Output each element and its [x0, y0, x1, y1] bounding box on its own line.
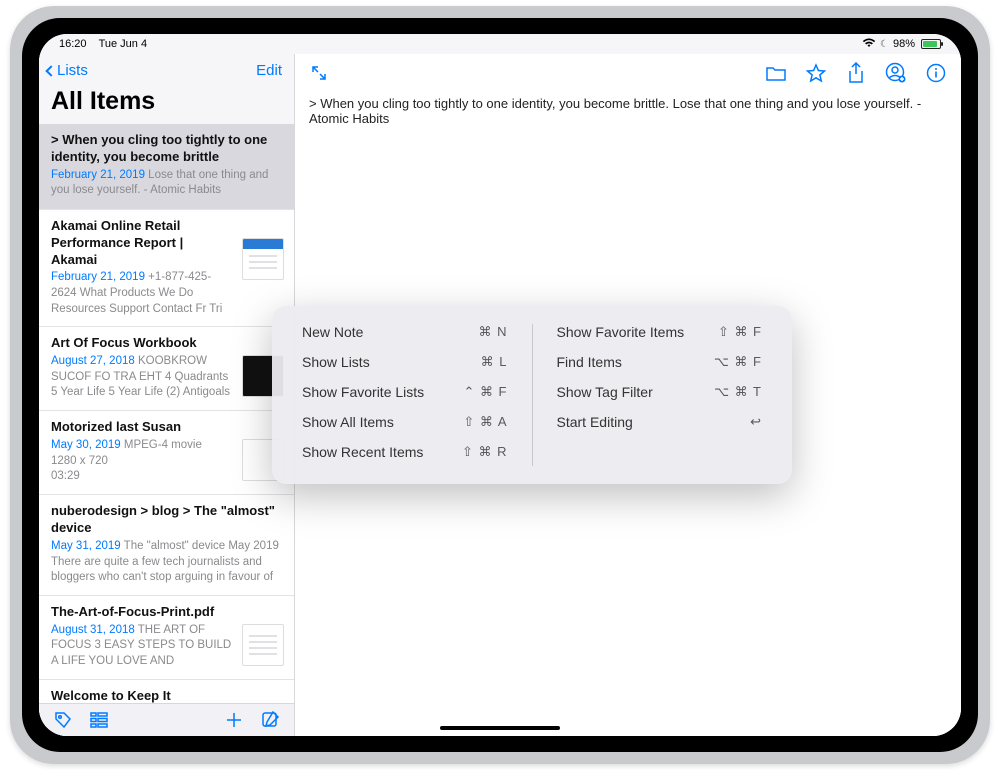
- back-label: Lists: [57, 62, 88, 79]
- sidebar-nav: Lists Edit: [39, 54, 294, 85]
- account-button[interactable]: [885, 62, 907, 84]
- device-frame: 16:20 Tue Jun 4 ☾ 98%: [10, 6, 990, 764]
- edit-button[interactable]: Edit: [256, 62, 282, 79]
- item-subtitle: February 21, 2019 Lose that one thing an…: [51, 168, 282, 199]
- shortcut-row[interactable]: New Note⌘ N: [302, 324, 508, 340]
- main-toolbar: [295, 54, 961, 92]
- item-title: Motorized last Susan: [51, 419, 282, 436]
- status-time-date: 16:20 Tue Jun 4: [59, 38, 147, 50]
- sidebar-toolbar: [39, 703, 294, 736]
- thumbnail: [242, 238, 284, 280]
- shortcut-row[interactable]: Start Editing↩: [557, 414, 763, 430]
- folder-button[interactable]: [765, 62, 787, 84]
- home-indicator[interactable]: [440, 726, 560, 730]
- device-bezel: 16:20 Tue Jun 4 ☾ 98%: [22, 18, 978, 752]
- status-bar: 16:20 Tue Jun 4 ☾ 98%: [39, 34, 961, 54]
- item-title: The-Art-of-Focus-Print.pdf: [51, 604, 282, 621]
- tag-button[interactable]: [53, 710, 73, 730]
- item-list[interactable]: > When you cling too tightly to one iden…: [39, 124, 294, 703]
- sidebar: Lists Edit All Items > When you cling to…: [39, 54, 295, 736]
- add-button[interactable]: [224, 710, 244, 730]
- shortcut-column-left: New Note⌘ N Show Lists⌘ L Show Favorite …: [302, 324, 508, 466]
- back-button[interactable]: Lists: [47, 62, 88, 79]
- list-item[interactable]: The-Art-of-Focus-Print.pdf August 31, 20…: [39, 596, 294, 680]
- shortcut-row[interactable]: Show Recent Items⇧ ⌘ R: [302, 444, 508, 460]
- list-item[interactable]: > When you cling too tightly to one iden…: [39, 124, 294, 210]
- list-item[interactable]: Motorized last Susan May 30, 2019 MPEG-4…: [39, 411, 294, 495]
- status-time: 16:20: [59, 38, 87, 50]
- compose-button[interactable]: [260, 710, 280, 730]
- battery-percent: 98%: [893, 38, 915, 50]
- page-title: All Items: [39, 85, 294, 124]
- battery-icon: [921, 39, 941, 49]
- shortcut-row[interactable]: Show Favorite Lists⌃ ⌘ F: [302, 384, 508, 400]
- shortcut-row[interactable]: Show Lists⌘ L: [302, 354, 508, 370]
- favorite-button[interactable]: [805, 62, 827, 84]
- note-content[interactable]: > When you cling too tightly to one iden…: [295, 92, 961, 130]
- shortcut-row[interactable]: Show Favorite Items⇧ ⌘ F: [557, 324, 763, 340]
- divider: [532, 324, 533, 466]
- list-view-button[interactable]: [89, 710, 109, 730]
- shortcut-column-right: Show Favorite Items⇧ ⌘ F Find Items⌥ ⌘ F…: [557, 324, 763, 466]
- expand-button[interactable]: [309, 63, 329, 83]
- list-item[interactable]: Art Of Focus Workbook August 27, 2018 KO…: [39, 327, 294, 411]
- screen: 16:20 Tue Jun 4 ☾ 98%: [39, 34, 961, 736]
- list-item[interactable]: Akamai Online Retail Performance Report …: [39, 210, 294, 328]
- shortcut-row[interactable]: Find Items⌥ ⌘ F: [557, 354, 763, 370]
- shortcut-overlay: New Note⌘ N Show Lists⌘ L Show Favorite …: [272, 306, 792, 484]
- item-title: nuberodesign > blog > The "almost" devic…: [51, 503, 282, 537]
- thumbnail: [242, 624, 284, 666]
- item-subtitle: May 31, 2019 The "almost" device May 201…: [51, 539, 282, 585]
- info-button[interactable]: [925, 62, 947, 84]
- shortcut-row[interactable]: Show All Items⇧ ⌘ A: [302, 414, 508, 430]
- status-date: Tue Jun 4: [99, 38, 148, 50]
- list-item[interactable]: Welcome to Keep It Today at 15:57 Useful…: [39, 680, 294, 703]
- item-title: > When you cling too tightly to one iden…: [51, 132, 282, 166]
- share-button[interactable]: [845, 62, 867, 84]
- dnd-icon: ☾: [880, 39, 889, 50]
- list-item[interactable]: nuberodesign > blog > The "almost" devic…: [39, 495, 294, 596]
- chevron-left-icon: [45, 65, 56, 76]
- shortcut-row[interactable]: Show Tag Filter⌥ ⌘ T: [557, 384, 763, 400]
- item-title: Welcome to Keep It: [51, 688, 282, 703]
- item-title: Art Of Focus Workbook: [51, 335, 282, 352]
- wifi-icon: [862, 38, 876, 51]
